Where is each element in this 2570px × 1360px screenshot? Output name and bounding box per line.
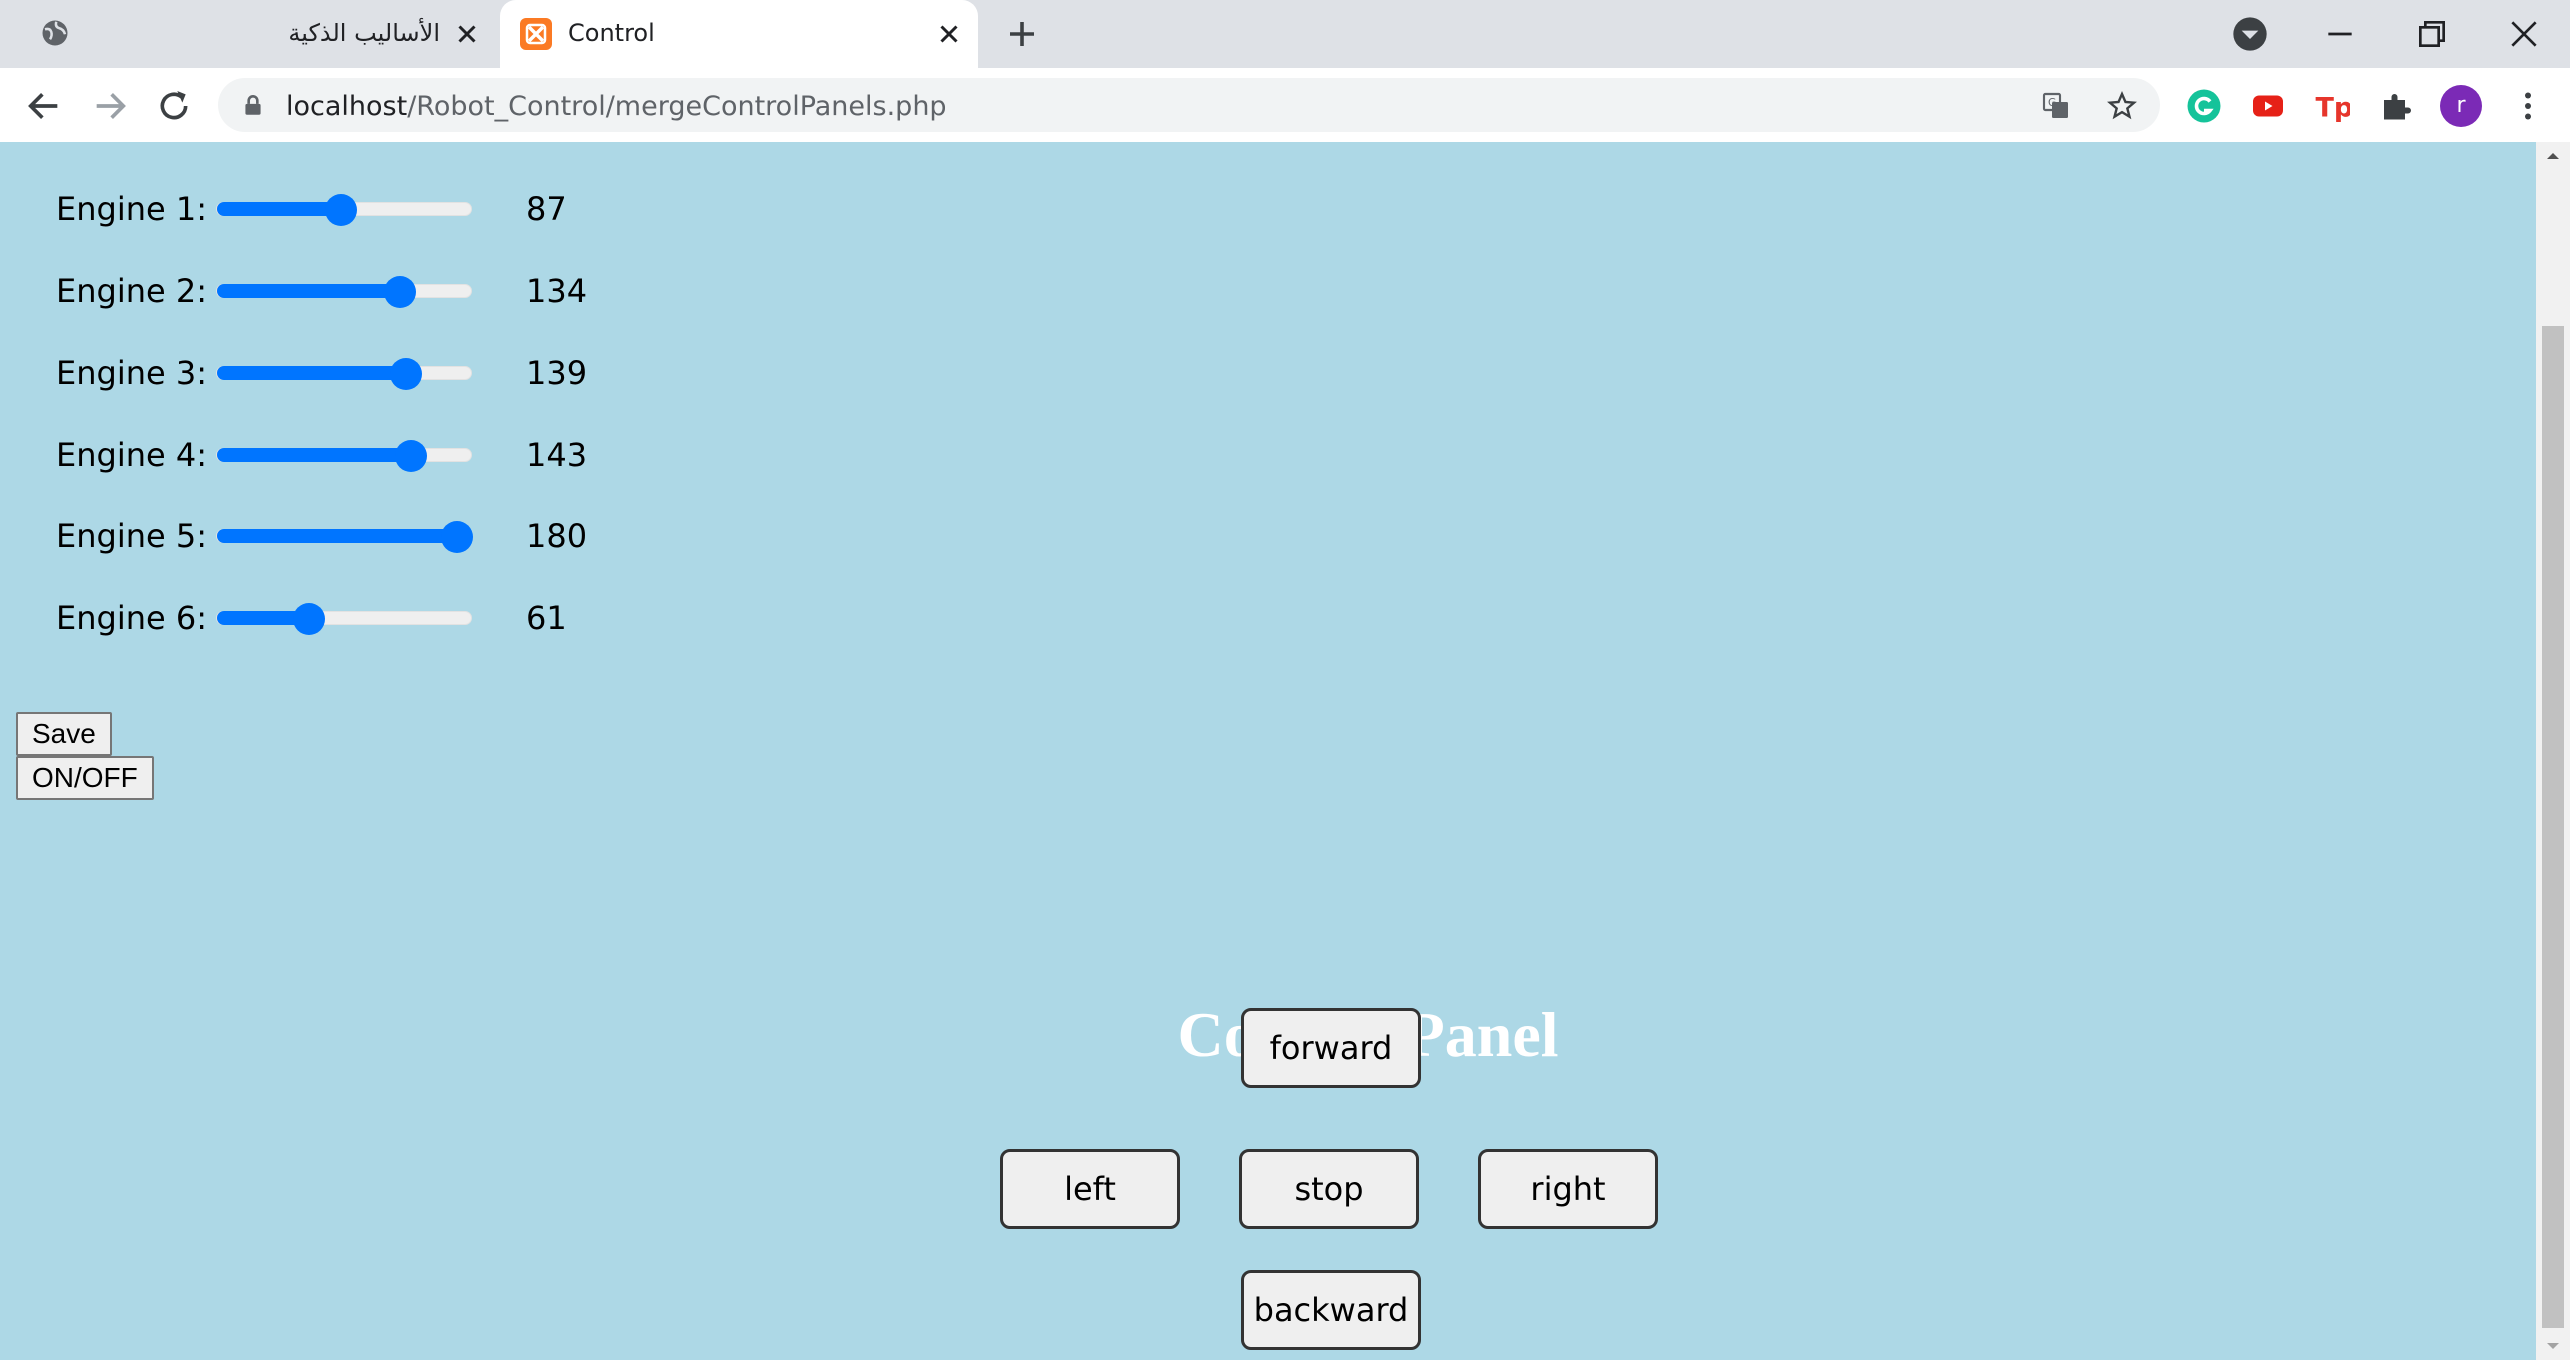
on-off-button[interactable]: ON/OFF: [16, 756, 154, 800]
engine-label: Engine 3:: [56, 354, 207, 392]
engine-label: Engine 6:: [56, 599, 207, 637]
slider-fill: [217, 366, 406, 380]
tab-title: الأساليب الذكية: [288, 19, 440, 47]
svg-text:Tp: Tp: [2316, 93, 2351, 124]
engine-3-slider[interactable]: [216, 358, 472, 390]
engine-label: Engine 4:: [56, 436, 207, 474]
scroll-up-arrow-icon[interactable]: [2543, 146, 2563, 166]
profile-avatar[interactable]: r: [2440, 85, 2482, 127]
globe-icon[interactable]: [40, 18, 70, 48]
restore-icon[interactable]: [2412, 14, 2452, 54]
grammarly-icon[interactable]: [2186, 88, 2222, 124]
engine-value: 139: [526, 354, 588, 392]
slider-thumb[interactable]: [383, 276, 416, 308]
tp-extension-icon[interactable]: Tp: [2314, 88, 2351, 124]
engine-4-slider[interactable]: [216, 440, 472, 472]
engine-value: 180: [526, 517, 588, 555]
engine-value: 134: [526, 272, 588, 310]
backward-button[interactable]: backward: [1241, 1270, 1421, 1350]
tab-control[interactable]: Control: [500, 0, 978, 68]
slider-thumb[interactable]: [325, 194, 358, 226]
forward-arrow-icon[interactable]: [90, 86, 130, 126]
url-path: /Robot_Control/mergeControlPanels.php: [407, 91, 947, 122]
lock-icon[interactable]: [240, 92, 266, 118]
engine-label: Engine 5:: [56, 517, 207, 555]
slider-fill: [217, 202, 342, 216]
browser-toolbar: localhost/Robot_Control/mergeControlPane…: [0, 68, 2570, 143]
svg-text:G: G: [2048, 96, 2056, 109]
slider-thumb[interactable]: [441, 521, 473, 553]
engine-label: Engine 1:: [56, 190, 207, 228]
engine-value: 61: [526, 599, 567, 637]
minimize-icon[interactable]: [2320, 14, 2360, 54]
engine-6-slider[interactable]: [216, 603, 472, 635]
translate-icon[interactable]: G: [2040, 90, 2072, 122]
slider-thumb[interactable]: [292, 603, 325, 635]
engine-label: Engine 2:: [56, 272, 207, 310]
tab-search-icon[interactable]: [2230, 14, 2270, 54]
window-close-icon[interactable]: [2504, 14, 2544, 54]
forward-button[interactable]: forward: [1241, 1008, 1421, 1088]
bookmark-star-icon[interactable]: [2106, 90, 2138, 122]
slider-fill: [217, 448, 411, 462]
engine-value: 143: [526, 436, 588, 474]
slider-fill: [217, 284, 400, 298]
close-icon[interactable]: [452, 19, 482, 49]
slider-thumb[interactable]: [389, 358, 422, 390]
tab-strip: الأساليب الذكية Control: [0, 0, 2570, 68]
save-button[interactable]: Save: [16, 712, 112, 756]
engine-2-slider[interactable]: [216, 276, 472, 308]
engine-1-slider[interactable]: [216, 194, 472, 226]
address-bar[interactable]: localhost/Robot_Control/mergeControlPane…: [218, 78, 2160, 132]
xampp-favicon-icon: [520, 18, 552, 50]
stop-button[interactable]: stop: [1239, 1149, 1419, 1229]
close-icon[interactable]: [934, 19, 964, 49]
new-tab-plus-icon[interactable]: [1004, 16, 1040, 52]
engine-5-slider[interactable]: [216, 521, 473, 553]
slider-thumb[interactable]: [394, 440, 427, 472]
url-host: localhost: [286, 91, 408, 122]
extensions-puzzle-icon[interactable]: [2378, 88, 2414, 124]
page-body: Engine 1: 87 Engine 2: 134 Engine 3: 139: [0, 142, 2536, 1360]
scrollbar-thumb[interactable]: [2542, 326, 2564, 1328]
engine-value: 87: [526, 190, 567, 228]
tab-title: Control: [568, 19, 655, 47]
tab-arabic[interactable]: الأساليب الذكية: [100, 0, 490, 68]
right-button[interactable]: right: [1478, 1149, 1658, 1229]
url-text[interactable]: localhost/Robot_Control/mergeControlPane…: [286, 91, 947, 122]
reload-icon[interactable]: [154, 86, 194, 126]
vertical-scrollbar[interactable]: [2536, 142, 2570, 1360]
left-button[interactable]: left: [1000, 1149, 1180, 1229]
menu-kebab-icon[interactable]: [2510, 88, 2546, 124]
back-arrow-icon[interactable]: [24, 86, 64, 126]
slider-fill: [217, 529, 457, 543]
scroll-down-arrow-icon[interactable]: [2543, 1336, 2563, 1356]
youtube-extension-icon[interactable]: [2250, 88, 2286, 124]
